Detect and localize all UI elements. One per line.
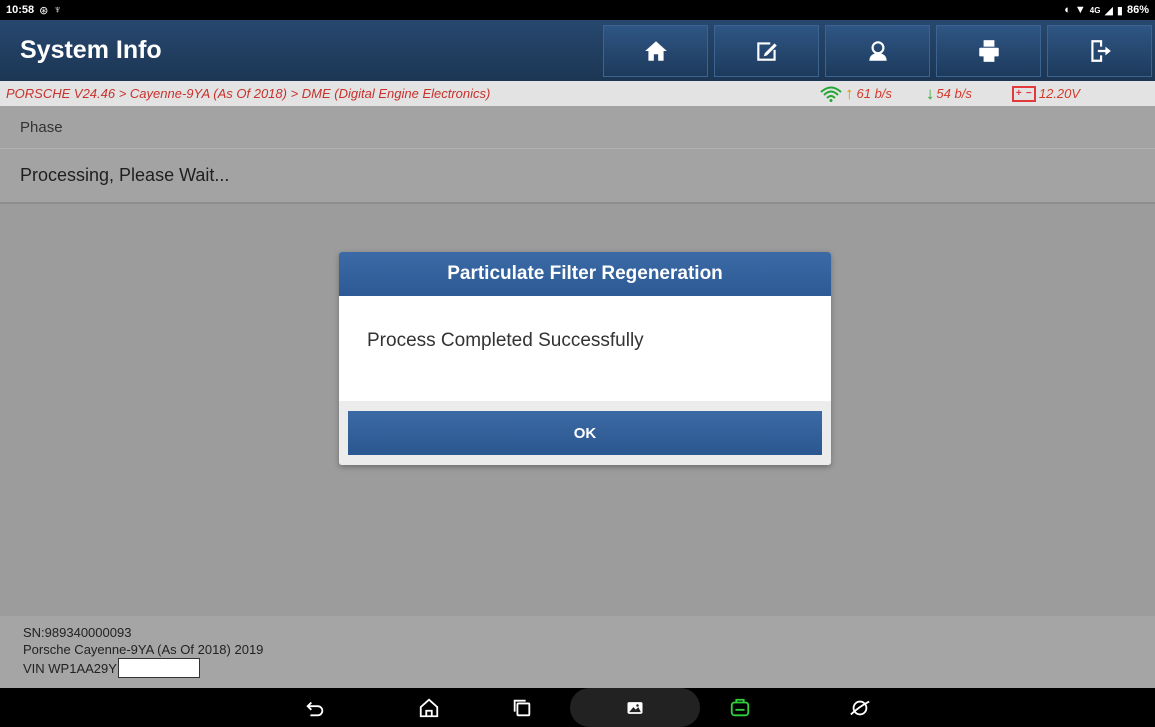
voltage-value: 12.20V [1038,86,1081,101]
cell-signal-icon: ◢ [1104,4,1113,17]
browser-button[interactable] [835,688,885,727]
toolbar [600,23,1155,79]
clock: 10:58 [6,4,35,16]
dialog-footer: OK [339,401,831,465]
support-icon [868,40,887,61]
battery-icon: ▮ [1116,4,1123,17]
exit-button[interactable] [1047,24,1152,77]
app-header: System Info [0,20,1155,81]
print-icon [978,39,999,62]
upload-indicator: ↑ 61 b/s [820,84,892,104]
back-icon [306,701,324,716]
vci-button[interactable] [715,688,765,727]
back-button[interactable] [290,688,340,727]
edit-report-button[interactable] [714,24,819,77]
vin-redaction [117,658,200,678]
settings-badge-icon: ⊛ [39,4,49,17]
exit-icon [1090,39,1111,62]
usb-debug-icon: ♆ [53,4,62,16]
navigation-bar [0,688,1155,727]
breadcrumb: PORSCHE V24.46 > Cayenne-9YA (As Of 2018… [6,86,491,101]
gallery-icon [627,701,643,714]
breadcrumb-bar: PORSCHE V24.46 > Cayenne-9YA (As Of 2018… [0,81,1155,106]
recents-icon [513,699,531,716]
vci-icon [730,698,750,716]
network-type: 4G [1089,5,1101,15]
car-battery-icon: + − [1011,85,1036,102]
vin-row: VIN WP1AA29Y [23,658,1155,678]
serial-number: SN:989340000093 [23,625,132,640]
vibrate-icon: ◐ [1064,4,1071,16]
upload-speed: 61 b/s [856,86,892,101]
home-nav-icon [419,698,439,717]
download-speed: 54 b/s [936,86,972,101]
upload-arrow-icon: ↑ [845,83,854,103]
recents-button[interactable] [497,688,547,727]
dialog-title: Particulate Filter Regeneration [339,252,831,296]
ok-button[interactable]: OK [348,411,822,455]
page-title: System Info [20,36,162,64]
home-icon [644,40,667,61]
support-button[interactable] [825,24,930,77]
home-button[interactable] [603,24,708,77]
home-nav-button[interactable] [404,688,454,727]
phase-label: Phase [0,106,1155,149]
voltage-indicator: + − 12.20V [1011,85,1081,102]
edit-report-icon [756,41,777,61]
screenshot-button[interactable] [570,688,700,727]
vehicle-model: Porsche Cayenne-9YA (As Of 2018) 2019 [23,642,264,657]
dialog-message: Process Completed Successfully [339,296,831,401]
system-status-bar: 10:58 ⊛ ♆ ◐ ▼ 4G ◢ ▮ 86% [0,0,1155,20]
vehicle-info-footer: SN:989340000093 Porsche Cayenne-9YA (As … [0,616,1155,688]
wifi-icon [820,86,842,102]
result-dialog: Particulate Filter Regeneration Process … [339,252,831,465]
download-indicator: ↓ 54 b/s [926,84,972,104]
battery-level: 86% [1126,4,1149,16]
browser-planet-icon [850,700,870,715]
print-button[interactable] [936,24,1041,77]
download-arrow-icon: ↓ [925,83,935,103]
status-message: Processing, Please Wait... [0,149,1155,204]
wifi-signal-icon: ▼ [1074,4,1086,16]
vin-prefix: VIN WP1AA29Y [23,660,117,676]
